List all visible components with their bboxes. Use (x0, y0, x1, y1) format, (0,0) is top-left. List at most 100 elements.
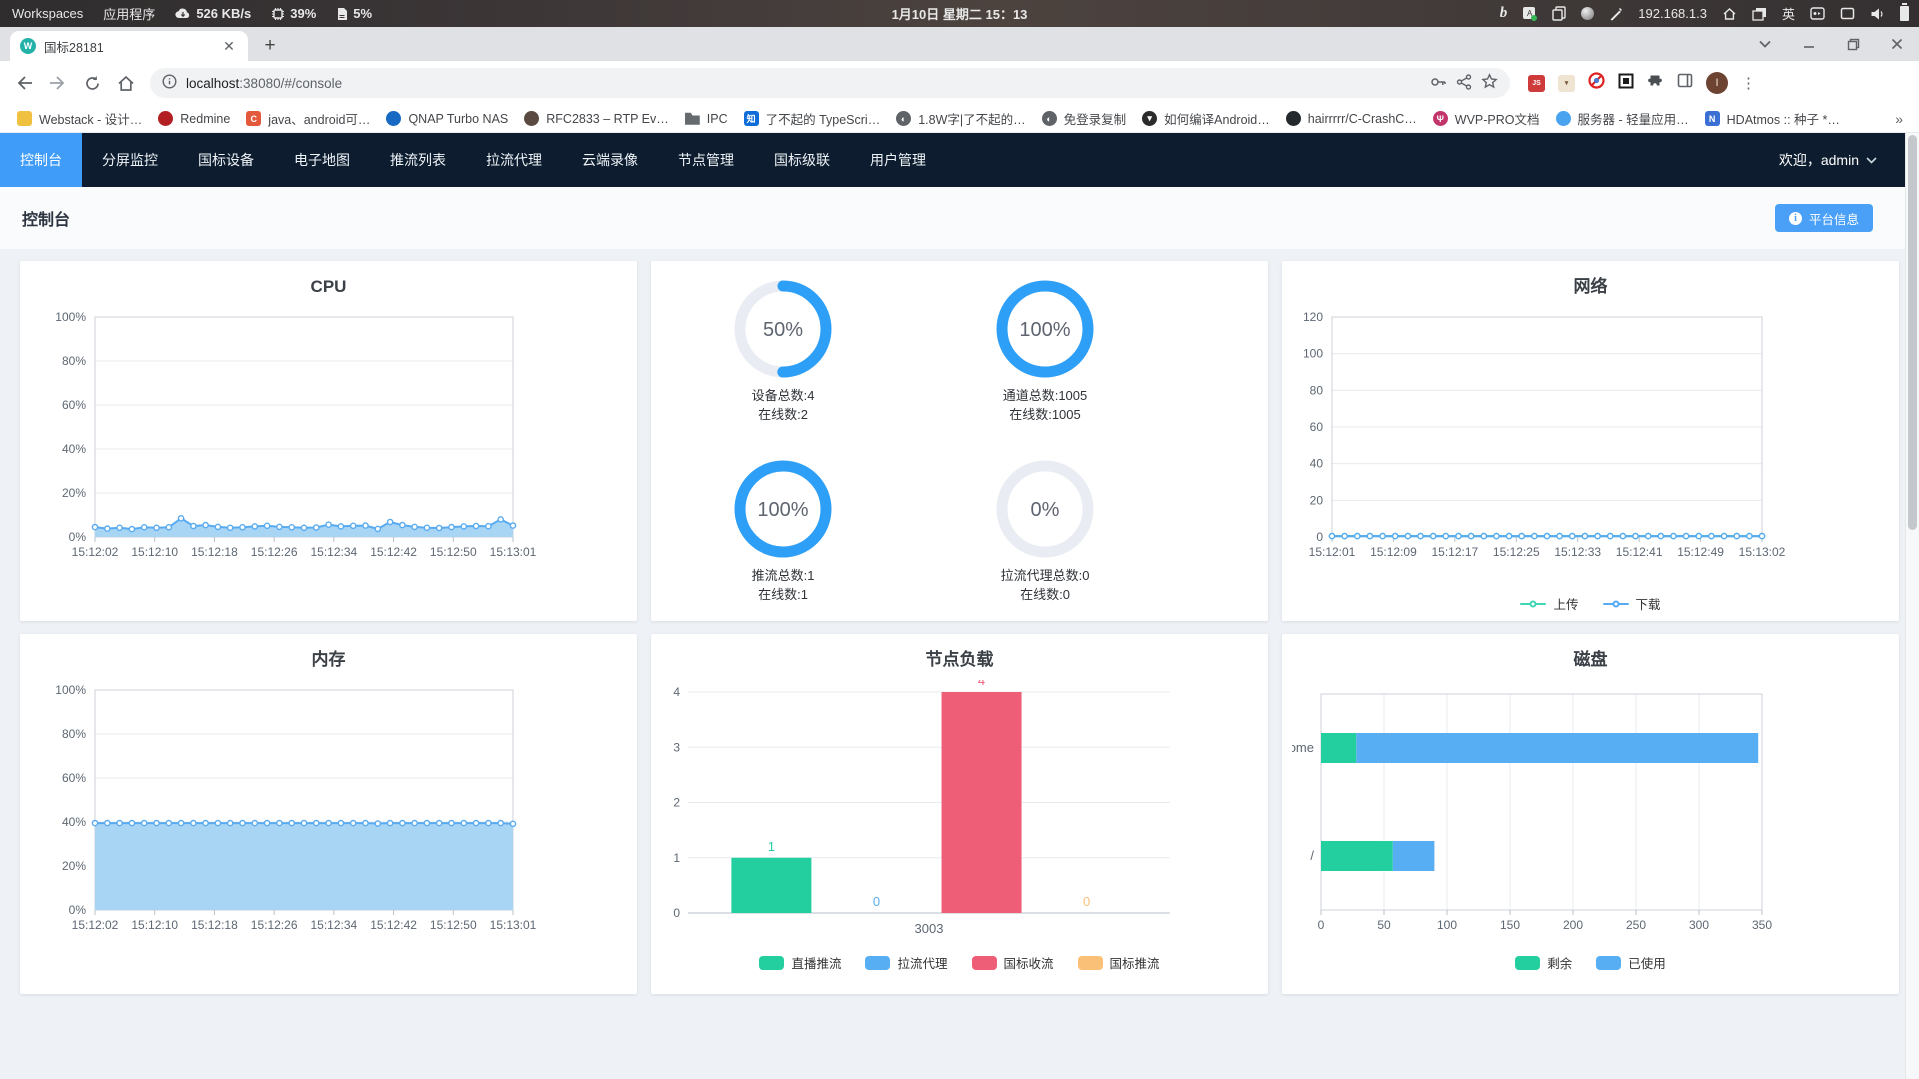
nav-item-6[interactable]: 拉流代理 (466, 133, 562, 187)
applications-button[interactable]: 应用程序 (103, 4, 155, 23)
side-panel-icon[interactable] (1677, 73, 1693, 93)
js-extension-icon[interactable]: JS (1528, 74, 1545, 92)
nav-item-4[interactable]: 电子地图 (274, 133, 370, 187)
reload-button[interactable] (76, 67, 108, 99)
blocker-extension-icon[interactable] (1588, 72, 1605, 94)
svg-text:15:12:50: 15:12:50 (430, 918, 477, 932)
bookmark-item[interactable]: Ψ WVP-PRO文档 (1426, 106, 1547, 131)
battery-icon[interactable] (1900, 3, 1909, 21)
home-button[interactable] (110, 67, 142, 99)
bookmark-item[interactable]: Redmine (151, 108, 237, 129)
legend-item[interactable]: 国标推流 (1077, 953, 1160, 972)
bookmark-item[interactable]: QNAP Turbo NAS (379, 108, 515, 129)
bookmark-label: 了不起的 TypeScri… (765, 113, 881, 127)
legend-label: 上传 (1553, 598, 1579, 612)
ip-address[interactable]: 192.168.1.3 (1638, 6, 1707, 21)
legend-item[interactable]: 国标收流 (971, 953, 1054, 972)
legend-label: 拉流代理 (897, 957, 948, 971)
clock[interactable]: 1月10日 星期二 15：13 (892, 0, 1028, 27)
legend-item[interactable]: 拉流代理 (865, 953, 948, 972)
screenshot-tool-icon[interactable]: A (1522, 6, 1538, 21)
extensions-puzzle-icon[interactable] (1647, 72, 1664, 94)
legend-item[interactable]: 直播推流 (759, 953, 841, 972)
bookmark-item[interactable]: ◐ 免登录复制 (1035, 106, 1134, 131)
windows-stack-icon[interactable] (1752, 7, 1767, 21)
password-key-icon[interactable] (1430, 74, 1447, 93)
workspaces-button[interactable]: Workspaces (12, 6, 83, 21)
tray-window-icon[interactable] (1810, 7, 1825, 20)
svg-text:300: 300 (1689, 918, 1709, 932)
browser-menu-kebab-icon[interactable]: ⋮ (1741, 74, 1756, 92)
user-menu[interactable]: 欢迎，admin (1779, 150, 1905, 170)
svg-text:15:12:02: 15:12:02 (72, 545, 119, 559)
bookmarks-overflow-chevron[interactable]: » (1895, 111, 1909, 127)
bookmark-star-icon[interactable] (1481, 73, 1498, 93)
bookmark-item[interactable]: 服务器 - 轻量应用… (1549, 106, 1696, 131)
tab-close-icon[interactable]: ✕ (220, 37, 238, 55)
qnap-icon (386, 111, 402, 126)
nav-item-2[interactable]: 分屏监控 (82, 133, 178, 187)
home-icon[interactable] (1722, 7, 1737, 21)
bookmark-item[interactable]: N HDAtmos :: 种子 *… (1698, 106, 1847, 131)
memory-chart: 0% 20% 40% 60% 80% 100% 15:12:02 15:12:10 15:12:… (30, 680, 627, 957)
window-restore-button[interactable] (1831, 27, 1875, 61)
nav-item-9[interactable]: 国标级联 (754, 133, 850, 187)
clipboard-icon[interactable] (1552, 6, 1566, 21)
svg-text:15:12:34: 15:12:34 (310, 545, 357, 559)
svg-text:15:12:18: 15:12:18 (191, 545, 238, 559)
box-extension-icon[interactable]: ▾ (1558, 74, 1575, 92)
volume-icon[interactable] (1870, 7, 1885, 21)
legend-item[interactable]: 已使用 (1596, 953, 1666, 972)
svg-text:60%: 60% (62, 398, 86, 412)
page-scrollbar[interactable] (1905, 133, 1919, 1079)
browser-tab[interactable]: W 国标28181 ✕ (10, 31, 248, 61)
site-info-icon[interactable] (162, 74, 177, 92)
back-button[interactable] (8, 67, 40, 99)
monitor-icon[interactable] (1840, 7, 1855, 20)
legend-item[interactable]: 剩余 (1515, 953, 1572, 972)
pen-tool-icon[interactable] (1609, 7, 1623, 21)
share-icon[interactable] (1456, 73, 1472, 93)
url-text[interactable]: localhost:38080/#/console (186, 76, 342, 91)
legend-swatch-icon (759, 955, 785, 970)
legend-label: 剩余 (1547, 957, 1573, 971)
new-tab-button[interactable]: + (256, 32, 284, 60)
welcome-text: 欢迎，admin (1778, 152, 1859, 168)
legend-item[interactable]: 上传 (1520, 594, 1579, 613)
bookmark-item[interactable]: 知了不起的 TypeScri… (737, 106, 888, 131)
address-bar[interactable]: localhost:38080/#/console (150, 68, 1510, 98)
bookmark-item[interactable]: ▾ 如何编译Android… (1135, 106, 1277, 131)
input-method-indicator[interactable]: 英 (1782, 4, 1795, 23)
nav-item-1[interactable]: 控制台 (0, 133, 82, 187)
main-nav: 控制台 分屏监控 国标设备 电子地图 推流列表 拉流代理 云端录像 节点管理 国标级联 用户管理 欢… (0, 133, 1905, 187)
legend-item[interactable]: 下载 (1602, 594, 1661, 613)
nav-item-3[interactable]: 国标设备 (178, 133, 274, 187)
bookmark-item[interactable]: ◐ 1.8W字|了不起的… (889, 106, 1032, 131)
svg-text:0%: 0% (69, 530, 87, 544)
tab-search-chevron-icon[interactable] (1743, 27, 1787, 61)
system-top-bar: Workspaces 应用程序 526 KB/s 39% 5% 1月10日 星期… (0, 0, 1919, 27)
download-cloud-icon (175, 8, 191, 20)
nav-item-10[interactable]: 用户管理 (850, 133, 946, 187)
bookmark-item[interactable]: Cjava、android可… (239, 106, 377, 131)
nodeload-chart: 0 1 2 3 4 1 0 4 0 3003 (661, 673, 1258, 943)
gauge-ring: 0% (996, 460, 1094, 558)
nav-item-5[interactable]: 推流列表 (370, 133, 466, 187)
platform-info-button[interactable]: i 平台信息 (1774, 204, 1873, 232)
nav-item-7[interactable]: 云端录像 (562, 133, 658, 187)
app-sphere-icon[interactable] (1581, 7, 1595, 20)
bookmark-item[interactable]: Webstack - 设计… (10, 106, 149, 131)
window-close-button[interactable] (1875, 27, 1919, 61)
scrollbar-thumb[interactable] (1908, 135, 1917, 530)
gauge-stat-line1: 推流总数:1 (751, 568, 815, 583)
frame-extension-icon[interactable] (1618, 73, 1634, 94)
window-minimize-button[interactable] (1787, 27, 1831, 61)
bookmark-item[interactable]: RFC2833 – RTP Ev… (517, 108, 676, 129)
nav-item-8[interactable]: 节点管理 (658, 133, 754, 187)
svg-text:80%: 80% (62, 727, 86, 741)
browser-indicator-icon[interactable]: b (1500, 5, 1508, 22)
profile-avatar[interactable]: I (1706, 72, 1728, 94)
forward-button[interactable] (42, 67, 74, 99)
bookmark-item[interactable]: hairrrrr/C-CrashC… (1279, 108, 1424, 129)
bookmark-item[interactable]: IPC (678, 108, 735, 129)
